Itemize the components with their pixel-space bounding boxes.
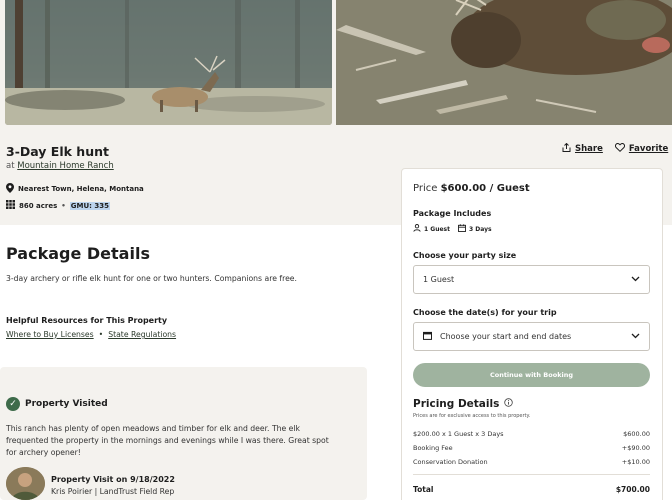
trip-dates-picker[interactable]: Choose your start and end dates bbox=[413, 322, 650, 351]
trip-dates-label: Choose the date(s) for your trip bbox=[413, 308, 557, 317]
visit-rep: Property Visit on 9/18/2022 Kris Poirier… bbox=[6, 467, 175, 500]
includes-guests-label: 1 Guest bbox=[424, 225, 450, 233]
location-pin-icon bbox=[6, 183, 14, 195]
harvested-elk-photo[interactable] bbox=[336, 0, 672, 125]
acres-text: 860 acres bbox=[19, 201, 58, 210]
ranch-line: at Mountain Home Ranch bbox=[6, 161, 114, 171]
trip-dates-inner: Choose your start and end dates bbox=[423, 331, 571, 342]
package-details-heading: Package Details bbox=[6, 244, 150, 263]
property-visited-heading: Property Visited bbox=[25, 399, 108, 409]
resources-links: Where to Buy Licenses • State Regulation… bbox=[6, 330, 176, 339]
share-button[interactable]: Share bbox=[562, 142, 603, 155]
includes-guests: 1 Guest bbox=[413, 224, 450, 234]
licenses-link[interactable]: Where to Buy Licenses bbox=[6, 330, 94, 339]
total-label: Total bbox=[413, 485, 434, 494]
elk-meadow-photo[interactable] bbox=[5, 0, 332, 125]
calendar-icon bbox=[458, 224, 466, 234]
includes-days-label: 3 Days bbox=[468, 225, 492, 233]
pricing-details-header: Pricing Details bbox=[413, 398, 514, 410]
price-row-label: Booking Fee bbox=[413, 444, 453, 452]
heart-icon bbox=[614, 143, 625, 155]
regulations-link[interactable]: State Regulations bbox=[108, 330, 176, 339]
includes-days: 3 Days bbox=[458, 224, 492, 234]
photo-gallery bbox=[0, 0, 672, 126]
listing-actions: Share Favorite bbox=[562, 142, 669, 155]
pricing-details-heading: Pricing Details bbox=[413, 398, 500, 410]
package-includes-list: 1 Guest 3 Days bbox=[413, 224, 492, 234]
total-value: $700.00 bbox=[615, 485, 650, 494]
package-includes-heading: Package Includes bbox=[413, 209, 492, 218]
property-visited-header: ✓ Property Visited bbox=[6, 397, 108, 411]
total-row: Total $700.00 bbox=[413, 485, 650, 494]
price-line: Price $600.00 / Guest bbox=[413, 183, 530, 194]
booking-card: Price $600.00 / Guest Package Includes 1… bbox=[401, 168, 663, 500]
acreage-row: 860 acres • GMU: 335 bbox=[6, 200, 111, 211]
person-icon bbox=[413, 224, 421, 234]
ranch-link[interactable]: Mountain Home Ranch bbox=[17, 161, 113, 171]
favorite-button[interactable]: Favorite bbox=[614, 143, 669, 155]
nearest-town: Nearest Town, Helena, Montana bbox=[6, 183, 144, 195]
package-description: 3-day archery or rifle elk hunt for one … bbox=[6, 274, 297, 283]
visit-title: Property Visit on 9/18/2022 bbox=[51, 475, 175, 484]
price-row-value: +$90.00 bbox=[621, 444, 650, 452]
property-visited-card: ✓ Property Visited This ranch has plenty… bbox=[0, 367, 367, 500]
continue-booking-button[interactable]: Continue with Booking bbox=[413, 363, 650, 387]
price-row: $200.00 x 1 Guest x 3 Days $600.00 bbox=[413, 430, 650, 438]
info-icon[interactable] bbox=[504, 398, 514, 410]
check-circle-icon: ✓ bbox=[6, 397, 20, 411]
gmu-text: GMU: 335 bbox=[69, 201, 111, 210]
resource-separator: • bbox=[98, 330, 104, 339]
listing-title: 3-Day Elk hunt bbox=[6, 144, 109, 159]
calendar-icon bbox=[423, 331, 432, 342]
price-prefix: Price bbox=[413, 183, 438, 194]
price-row: Booking Fee +$90.00 bbox=[413, 444, 650, 452]
avatar bbox=[6, 467, 45, 500]
price-row-value: $600.00 bbox=[623, 430, 650, 438]
party-size-label: Choose your party size bbox=[413, 251, 517, 260]
pricing-note: Prices are for exclusive access to this … bbox=[413, 413, 531, 419]
favorite-label: Favorite bbox=[628, 144, 669, 154]
party-size-value: 1 Guest bbox=[423, 275, 455, 284]
price-row-value: +$10.00 bbox=[621, 458, 650, 466]
nearest-town-text: Nearest Town, Helena, Montana bbox=[18, 185, 144, 193]
meta-separator: • bbox=[61, 201, 66, 210]
trip-dates-placeholder: Choose your start and end dates bbox=[440, 332, 572, 341]
chevron-down-icon bbox=[631, 275, 640, 284]
divider bbox=[413, 474, 650, 475]
visit-notes: This ranch has plenty of open meadows an… bbox=[6, 424, 329, 457]
party-size-select[interactable]: 1 Guest bbox=[413, 265, 650, 294]
price-row: Conservation Donation +$10.00 bbox=[413, 458, 650, 466]
price-row-label: Conservation Donation bbox=[413, 458, 488, 466]
share-icon bbox=[562, 142, 571, 155]
at-prefix: at bbox=[6, 161, 15, 171]
price-value: $600.00 / Guest bbox=[440, 183, 530, 194]
visitor-name: Kris Poirier | LandTrust Field Rep bbox=[51, 487, 175, 496]
price-row-label: $200.00 x 1 Guest x 3 Days bbox=[413, 430, 504, 438]
resources-heading: Helpful Resources for This Property bbox=[6, 316, 168, 325]
chevron-down-icon bbox=[631, 332, 640, 341]
share-label: Share bbox=[575, 144, 603, 154]
grid-icon bbox=[6, 200, 15, 211]
